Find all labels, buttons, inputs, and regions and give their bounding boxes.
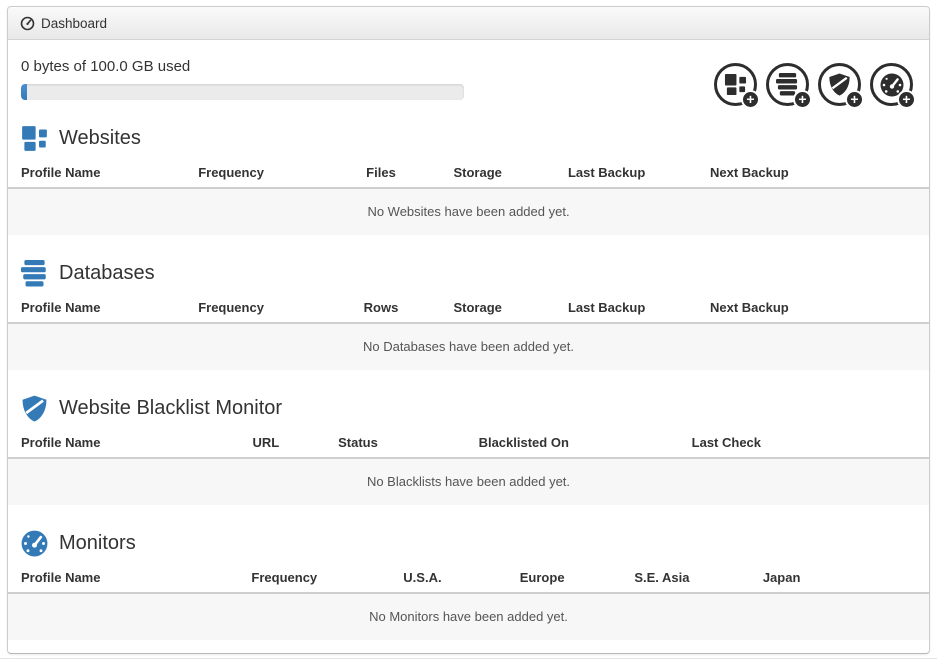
dashboard-gauge-icon bbox=[20, 16, 35, 31]
databases-empty-message: No Databases have been added yet. bbox=[8, 323, 929, 370]
col-spacer bbox=[818, 156, 929, 188]
quick-add-toolbar: + + bbox=[714, 63, 913, 106]
section-title: Website Blacklist Monitor bbox=[59, 397, 282, 420]
section-websites: Websites Profile Name Frequency Files St… bbox=[8, 125, 929, 235]
col-frequency: Frequency bbox=[192, 291, 339, 323]
col-rows: Rows bbox=[340, 291, 423, 323]
section-monitors: Monitors Profile Name Frequency U.S.A. E… bbox=[8, 530, 929, 640]
col-profile-name: Profile Name bbox=[8, 291, 192, 323]
monitors-empty-message: No Monitors have been added yet. bbox=[8, 593, 929, 640]
section-title: Databases bbox=[59, 262, 155, 285]
blacklist-table: Profile Name URL Status Blacklisted On L… bbox=[8, 426, 929, 505]
gauge-icon bbox=[21, 530, 48, 557]
add-blacklist-monitor-button[interactable]: + bbox=[818, 63, 861, 106]
panel-heading: Dashboard bbox=[8, 7, 929, 40]
plus-icon: + bbox=[897, 90, 916, 109]
col-last-check: Last Check bbox=[634, 426, 818, 458]
section-databases: Databases Profile Name Frequency Rows St… bbox=[8, 260, 929, 370]
databases-table-header-row: Profile Name Frequency Rows Storage Last… bbox=[8, 291, 929, 323]
col-spacer bbox=[818, 291, 929, 323]
storage-progress-bar bbox=[21, 84, 464, 100]
monitors-table: Profile Name Frequency U.S.A. Europe S.E… bbox=[8, 561, 929, 640]
col-url: URL bbox=[229, 426, 303, 458]
section-title: Websites bbox=[59, 127, 141, 150]
websites-empty-message: No Websites have been added yet. bbox=[8, 188, 929, 235]
add-monitor-button[interactable]: + bbox=[870, 63, 913, 106]
col-spacer bbox=[818, 426, 929, 458]
shield-icon bbox=[21, 395, 48, 422]
col-next-backup: Next Backup bbox=[680, 156, 818, 188]
col-profile-name: Profile Name bbox=[8, 426, 229, 458]
col-storage: Storage bbox=[422, 291, 533, 323]
dashboard-panel: Dashboard 0 bytes of 100.0 GB used + bbox=[7, 6, 930, 654]
col-spacer bbox=[837, 561, 929, 593]
plus-icon: + bbox=[845, 90, 864, 109]
col-last-backup: Last Backup bbox=[533, 291, 680, 323]
col-profile-name: Profile Name bbox=[8, 156, 192, 188]
col-last-backup: Last Backup bbox=[533, 156, 680, 188]
col-se-asia: S.E. Asia bbox=[597, 561, 726, 593]
page-title: Dashboard bbox=[41, 16, 107, 31]
storage-progress-fill bbox=[21, 84, 27, 100]
col-profile-name: Profile Name bbox=[8, 561, 211, 593]
col-blacklisted-on: Blacklisted On bbox=[413, 426, 634, 458]
grid-icon bbox=[21, 125, 48, 152]
plus-icon: + bbox=[793, 90, 812, 109]
col-europe: Europe bbox=[487, 561, 598, 593]
section-title: Monitors bbox=[59, 532, 136, 555]
col-frequency: Frequency bbox=[211, 561, 358, 593]
col-japan: Japan bbox=[726, 561, 837, 593]
websites-table: Profile Name Frequency Files Storage Las… bbox=[8, 156, 929, 235]
col-usa: U.S.A. bbox=[358, 561, 487, 593]
col-frequency: Frequency bbox=[192, 156, 339, 188]
add-website-button[interactable]: + bbox=[714, 63, 757, 106]
add-database-button[interactable]: + bbox=[766, 63, 809, 106]
database-icon bbox=[21, 260, 48, 287]
websites-table-header-row: Profile Name Frequency Files Storage Las… bbox=[8, 156, 929, 188]
col-files: Files bbox=[340, 156, 423, 188]
empty-state-row: No Monitors have been added yet. bbox=[8, 593, 929, 640]
monitors-table-header-row: Profile Name Frequency U.S.A. Europe S.E… bbox=[8, 561, 929, 593]
empty-state-row: No Blacklists have been added yet. bbox=[8, 458, 929, 505]
col-status: Status bbox=[303, 426, 414, 458]
col-storage: Storage bbox=[422, 156, 533, 188]
panel-body: 0 bytes of 100.0 GB used + bbox=[8, 40, 929, 650]
next-panel-edge bbox=[0, 658, 937, 659]
col-next-backup: Next Backup bbox=[680, 291, 818, 323]
blacklist-table-header-row: Profile Name URL Status Blacklisted On L… bbox=[8, 426, 929, 458]
blacklist-empty-message: No Blacklists have been added yet. bbox=[8, 458, 929, 505]
empty-state-row: No Websites have been added yet. bbox=[8, 188, 929, 235]
empty-state-row: No Databases have been added yet. bbox=[8, 323, 929, 370]
databases-table: Profile Name Frequency Rows Storage Last… bbox=[8, 291, 929, 370]
section-blacklist-monitor: Website Blacklist Monitor Profile Name U… bbox=[8, 395, 929, 505]
plus-icon: + bbox=[741, 90, 760, 109]
